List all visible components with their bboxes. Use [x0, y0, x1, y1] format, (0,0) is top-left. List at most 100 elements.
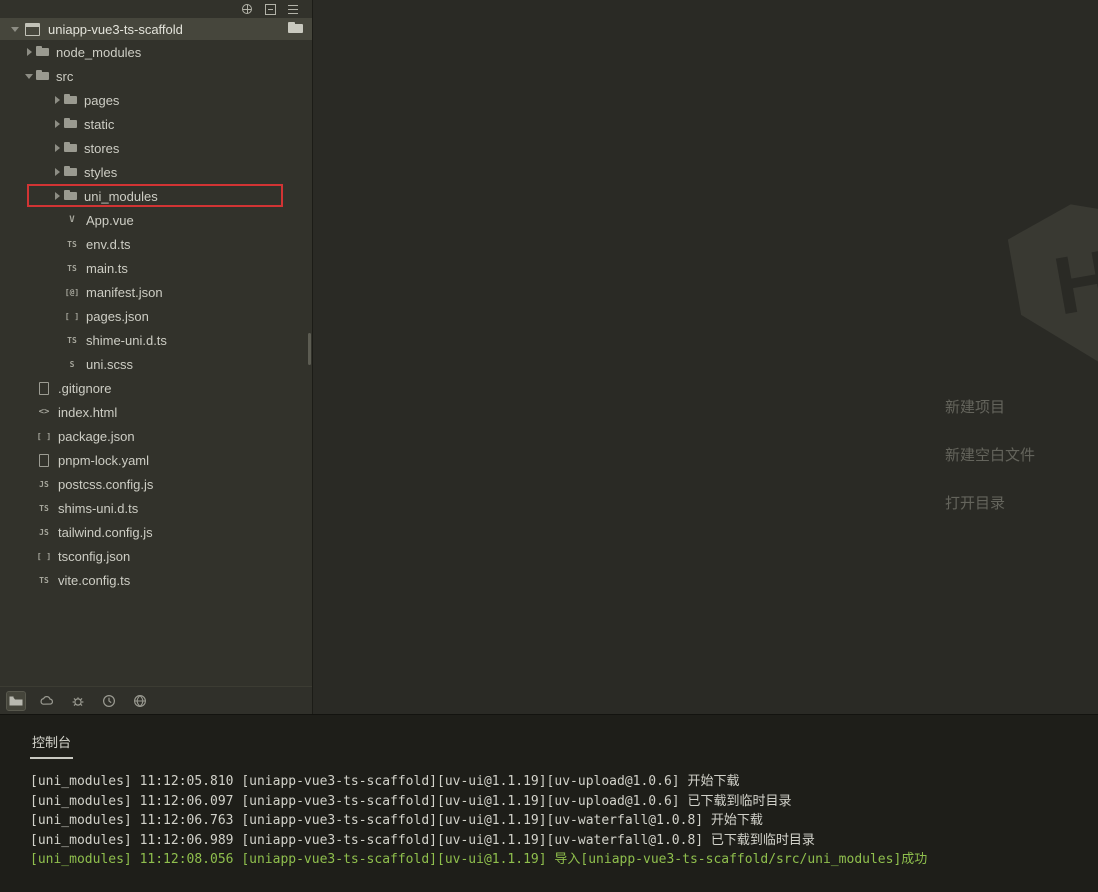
console-line: [uni_modules] 11:12:06.763 [uniapp-vue3-… — [30, 811, 1088, 831]
tree-item-uni.scss[interactable]: Suni.scss — [0, 352, 312, 376]
tree-item-tailwind.config.js[interactable]: JStailwind.config.js — [0, 520, 312, 544]
ts-file-icon: TS — [36, 500, 52, 516]
quick-links: 新建项目新建空白文件打开目录 — [945, 396, 1035, 540]
ts-file-icon: TS — [64, 260, 80, 276]
tree-item-label: .gitignore — [58, 381, 111, 396]
tree-item-label: tailwind.config.js — [58, 525, 153, 540]
tree-item-label: shime-uni.d.ts — [86, 333, 167, 348]
scss-file-icon: S — [64, 356, 80, 372]
collapse-all-icon[interactable] — [263, 2, 277, 16]
files-icon[interactable] — [7, 692, 25, 710]
tree-item-label: uni.scss — [86, 357, 133, 372]
editor-area: H 新建项目新建空白文件打开目录 — [314, 0, 1098, 714]
ts-file-icon: TS — [36, 572, 52, 588]
tree-item-label: pnpm-lock.yaml — [58, 453, 149, 468]
quick-link-1[interactable]: 新建空白文件 — [945, 444, 1035, 465]
ts-file-icon: TS — [64, 236, 80, 252]
scrollbar-thumb[interactable] — [308, 333, 311, 365]
console-line: [uni_modules] 11:12:06.989 [uniapp-vue3-… — [30, 831, 1088, 851]
vue-file-icon: V — [64, 212, 80, 228]
tree-item-index.html[interactable]: <> index.html — [0, 400, 312, 424]
quick-link-2[interactable]: 打开目录 — [945, 492, 1035, 513]
chevron-right-icon[interactable] — [22, 40, 36, 64]
folder-icon — [64, 188, 78, 204]
tree-item-.gitignore[interactable]: .gitignore — [0, 376, 312, 400]
tree-item-label: tsconfig.json — [58, 549, 130, 564]
project-root-row[interactable]: uniapp-vue3-ts-scaffold — [0, 18, 312, 40]
chevron-right-icon[interactable] — [50, 184, 64, 208]
tree-item-stores[interactable]: stores — [0, 136, 312, 160]
tree-item-shims-uni.d.ts[interactable]: TS shims-uni.d.ts — [0, 496, 312, 520]
tree-item-static[interactable]: static — [0, 112, 312, 136]
tree-item-tsconfig.json[interactable]: [ ] tsconfig.json — [0, 544, 312, 568]
folder-icon — [64, 116, 78, 132]
console-line: [uni_modules] 11:12:08.056 [uniapp-vue3-… — [30, 850, 1088, 870]
html-file-icon: <> — [36, 404, 52, 420]
console-line: [uni_modules] 11:12:05.810 [uniapp-vue3-… — [30, 772, 1088, 792]
tree-item-pnpm-lock.yaml[interactable]: pnpm-lock.yaml — [0, 448, 312, 472]
tree-item-src[interactable]: src — [0, 64, 312, 88]
tree-item-label: main.ts — [86, 261, 128, 276]
tree-item-label: shims-uni.d.ts — [58, 501, 138, 516]
folder-icon — [64, 164, 78, 180]
manifest-file-icon: [@] — [64, 284, 80, 300]
folder-icon[interactable] — [288, 22, 303, 34]
explorer-bottom-bar — [0, 686, 312, 714]
file-file-icon — [36, 452, 52, 468]
json-file-icon: [ ] — [36, 548, 52, 564]
tree-item-label: stores — [84, 141, 119, 156]
tree-item-label: uni_modules — [84, 189, 158, 204]
tree-item-pages.json[interactable]: [ ]pages.json — [0, 304, 312, 328]
explorer-toolbar — [0, 0, 312, 18]
tree-item-vite.config.ts[interactable]: TS vite.config.ts — [0, 568, 312, 592]
json-file-icon: [ ] — [36, 428, 52, 444]
chevron-down-icon[interactable] — [22, 64, 36, 88]
tree-item-label: pages.json — [86, 309, 149, 324]
file-file-icon — [36, 380, 52, 396]
tree-item-postcss.config.js[interactable]: JSpostcss.config.js — [0, 472, 312, 496]
tree-item-App.vue[interactable]: V App.vue — [0, 208, 312, 232]
tree-item-node_modules[interactable]: node_modules — [0, 40, 312, 64]
tree-item-label: styles — [84, 165, 117, 180]
tab-console[interactable]: 控制台 — [30, 732, 73, 759]
tree-item-label: pages — [84, 93, 119, 108]
chevron-right-icon[interactable] — [50, 160, 64, 184]
tree-item-main.ts[interactable]: TS main.ts — [0, 256, 312, 280]
cloud-icon[interactable] — [38, 692, 56, 710]
chevron-right-icon[interactable] — [50, 88, 64, 112]
folder-icon — [36, 68, 50, 84]
ts-file-icon: TS — [64, 332, 80, 348]
chevron-right-icon[interactable] — [50, 112, 64, 136]
tree-item-shime-uni.d.ts[interactable]: TS shime-uni.d.ts — [0, 328, 312, 352]
tree-item-package.json[interactable]: [ ]package.json — [0, 424, 312, 448]
locate-file-icon[interactable] — [240, 2, 254, 16]
tree-item-label: src — [56, 69, 73, 84]
tree-item-label: App.vue — [86, 213, 134, 228]
tree-item-label: index.html — [58, 405, 117, 420]
chevron-down-icon[interactable] — [8, 18, 22, 40]
quick-link-0[interactable]: 新建项目 — [945, 396, 1035, 417]
folder-icon — [36, 44, 50, 60]
tree-item-label: manifest.json — [86, 285, 163, 300]
console-line: [uni_modules] 11:12:06.097 [uniapp-vue3-… — [30, 792, 1088, 812]
globe-icon[interactable] — [131, 692, 149, 710]
folder-icon — [64, 140, 78, 156]
tree-item-uni_modules[interactable]: uni_modules — [0, 184, 312, 208]
app-window-icon — [25, 23, 40, 36]
menu-icon[interactable] — [286, 2, 300, 16]
project-explorer: uniapp-vue3-ts-scaffold node_modulessrcp… — [0, 0, 313, 714]
chevron-right-icon[interactable] — [50, 136, 64, 160]
tree-item-styles[interactable]: styles — [0, 160, 312, 184]
tree-item-manifest.json[interactable]: [@] manifest.json — [0, 280, 312, 304]
tree-item-env.d.ts[interactable]: TS env.d.ts — [0, 232, 312, 256]
tree-item-label: vite.config.ts — [58, 573, 130, 588]
console-output: [uni_modules] 11:12:05.810 [uniapp-vue3-… — [30, 772, 1088, 870]
history-icon[interactable] — [100, 692, 118, 710]
file-tree: node_modulessrc pages static stores styles un… — [0, 40, 312, 592]
tree-item-label: env.d.ts — [86, 237, 131, 252]
tree-item-label: postcss.config.js — [58, 477, 153, 492]
tree-item-label: static — [84, 117, 114, 132]
tree-item-pages[interactable]: pages — [0, 88, 312, 112]
tree-item-label: node_modules — [56, 45, 141, 60]
bug-icon[interactable] — [69, 692, 87, 710]
